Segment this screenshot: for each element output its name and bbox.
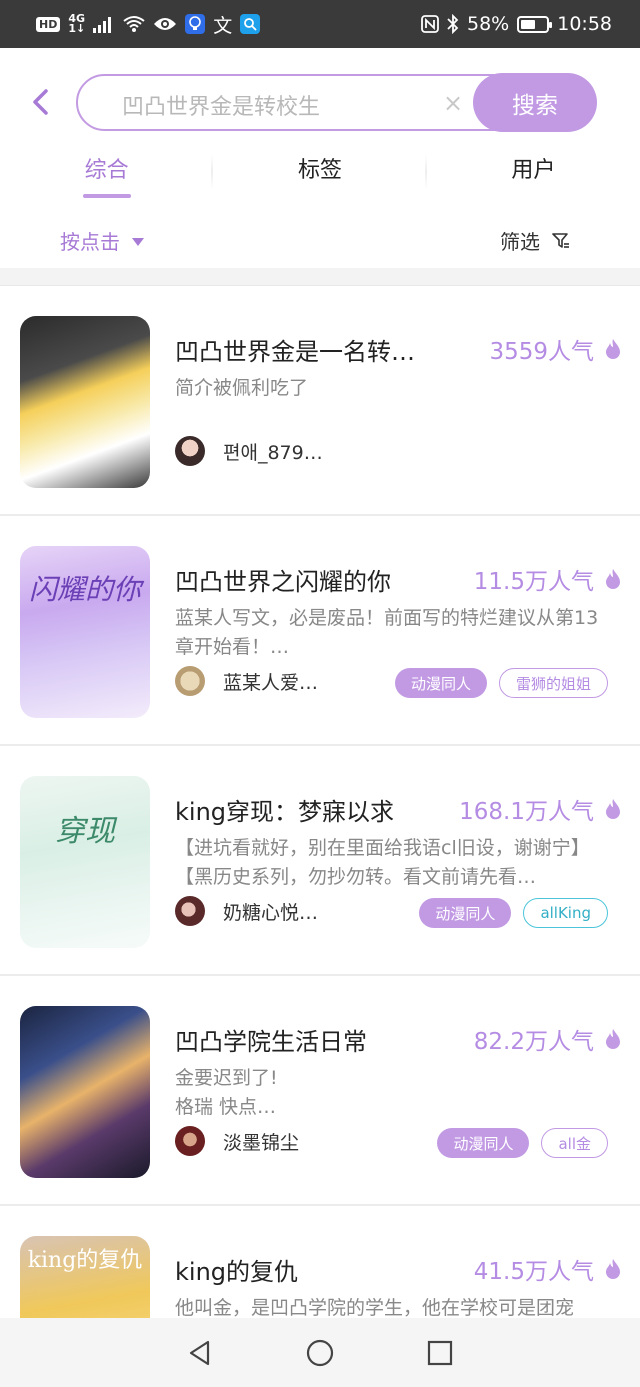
filter-button[interactable]: 筛选 (500, 226, 570, 255)
author[interactable]: 淡墨锦尘 (175, 1126, 299, 1156)
back-button[interactable] (26, 86, 54, 118)
network-direction-label: 1↓ (68, 22, 86, 35)
popularity-count: 11.5万人气 (473, 569, 594, 595)
author-name: 奶糖心悦… (223, 901, 319, 924)
search-placeholder: 凹凸世界金是转校生 (122, 95, 321, 120)
book-description: 简介被佩利吃了 (175, 377, 309, 399)
popularity: 11.5万人气 (474, 562, 622, 596)
popularity-count: 168.1万人气 (459, 799, 594, 825)
book-title: 凹凸学院生活日常 (175, 1028, 367, 1056)
popularity: 168.1万人气 (459, 792, 622, 826)
nfc-icon (421, 15, 439, 33)
tag-row: 动漫同人 all金 (437, 1128, 608, 1158)
tab-users[interactable]: 用户 (427, 140, 640, 202)
tab-all[interactable]: 综合 (0, 140, 214, 202)
tab-users-label: 用户 (511, 158, 556, 183)
author-name: 편애_879… (223, 441, 323, 464)
book-description: 【进坑看就好，别在里面给我语cl旧设，谢谢宁】【黑历史系列，勿抄勿转。看文前请先… (175, 837, 590, 888)
results-list: 凹凸世界金是一名转… 3559人气 简介被佩利吃了 편애_879… 闪耀的你 凹… (0, 286, 640, 1387)
result-card[interactable]: 闪耀的你 凹凸世界之闪耀的你 11.5万人气 蓝某人写文，必是废品！前面写的特烂… (0, 516, 640, 746)
battery-level (521, 19, 536, 29)
active-tab-indicator (82, 194, 131, 198)
text-app-icon: 文 (213, 14, 233, 37)
avatar (175, 896, 205, 926)
cover-title: king的复仇 (27, 1248, 143, 1273)
nav-recents-icon[interactable] (426, 1339, 454, 1367)
sort-dropdown[interactable]: 按点击 (60, 226, 144, 255)
flame-icon (606, 339, 620, 359)
book-description: 蓝某人写文，必是废品！前面写的特烂建议从第13章开始看！… (175, 607, 599, 658)
author-name: 蓝某人爱… (223, 671, 319, 694)
flame-icon (606, 569, 620, 589)
status-bar-left: HD 4G 1↓ 文 (36, 11, 261, 38)
filter-icon (552, 232, 569, 248)
clock: 10:58 (557, 13, 612, 35)
flame-icon (606, 1259, 620, 1279)
system-nav-bar (0, 1318, 640, 1387)
author[interactable]: 奶糖心悦… (175, 896, 318, 926)
wifi-icon (123, 16, 145, 32)
avatar (175, 1126, 205, 1156)
popularity-count: 41.5万人气 (473, 1259, 594, 1285)
battery-icon (517, 15, 553, 33)
clear-icon[interactable]: × (442, 88, 464, 118)
book-title: 凹凸世界金是一名转… (175, 338, 415, 366)
sort-filter-bar: 按点击 筛选 (0, 224, 640, 264)
result-card[interactable]: 凹凸学院生活日常 82.2万人气 金要迟到了! 格瑞 快点… 淡墨锦尘 动漫同人… (0, 976, 640, 1206)
avatar (175, 666, 205, 696)
tab-tags[interactable]: 标签 (213, 140, 427, 202)
nav-back-icon[interactable] (186, 1339, 214, 1367)
book-cover[interactable]: 穿现 (20, 776, 150, 948)
book-cover[interactable] (20, 316, 150, 488)
hd-icon: HD (36, 16, 61, 32)
book-cover[interactable]: 闪耀的你 (20, 546, 150, 718)
battery-percent: 58% (467, 13, 510, 35)
popularity: 3559人气 (489, 332, 622, 366)
network-type-icon: 4G 1↓ (68, 13, 86, 35)
result-card[interactable]: 凹凸世界金是一名转… 3559人气 简介被佩利吃了 편애_879… (0, 286, 640, 516)
tag-row: 动漫同人 雷狮的姐姐 (394, 668, 608, 698)
status-bar-right: 58% 10:58 (421, 13, 612, 35)
tag-chip[interactable]: 动漫同人 (394, 668, 487, 698)
cover-title: 闪耀的你 (28, 573, 141, 606)
search-button[interactable]: 搜索 (473, 73, 597, 132)
author[interactable]: 편애_879… (175, 436, 323, 466)
tag-chip[interactable]: all金 (541, 1128, 608, 1158)
sort-label: 按点击 (60, 230, 120, 254)
result-card[interactable]: 穿现 king穿现：梦寐以求 168.1万人气 【进坑看就好，别在里面给我语cl… (0, 746, 640, 976)
book-cover[interactable] (20, 1006, 150, 1178)
book-description: 金要迟到了! 格瑞 快点… (175, 1067, 278, 1118)
caret-down-icon (132, 237, 144, 246)
popularity-count: 3559人气 (489, 339, 594, 365)
author-name: 淡墨锦尘 (223, 1131, 300, 1154)
tab-bar: 综合 标签 用户 (0, 140, 640, 202)
tag-chip[interactable]: allKing (523, 898, 608, 928)
signal-icon (93, 17, 112, 33)
flame-icon (606, 799, 620, 819)
search-app-icon (240, 14, 261, 34)
tag-chip[interactable]: 雷狮的姐姐 (498, 668, 608, 698)
author[interactable]: 蓝某人爱… (175, 666, 318, 696)
popularity: 82.2万人气 (474, 1022, 622, 1056)
bulb-app-icon (185, 14, 206, 34)
tag-row: 动漫同人 allKing (419, 898, 608, 928)
tag-chip[interactable]: 动漫同人 (419, 898, 512, 928)
book-title: king的复仇 (175, 1258, 299, 1286)
tag-chip[interactable]: 动漫同人 (437, 1128, 530, 1158)
flame-icon (606, 1029, 620, 1049)
bluetooth-icon (447, 14, 459, 34)
section-divider (0, 268, 640, 286)
book-title: king穿现：梦寐以求 (175, 798, 395, 826)
avatar (175, 436, 205, 466)
cover-title: 穿现 (55, 814, 115, 849)
popularity-count: 82.2万人气 (473, 1029, 594, 1055)
tab-tags-label: 标签 (297, 158, 342, 183)
eye-icon (154, 18, 177, 30)
popularity: 41.5万人气 (474, 1252, 622, 1286)
filter-label: 筛选 (500, 230, 540, 254)
status-bar: HD 4G 1↓ 文 58% 10:58 (0, 0, 640, 48)
book-title: 凹凸世界之闪耀的你 (175, 568, 391, 596)
chevron-left-icon (33, 89, 48, 115)
nav-home-icon[interactable] (306, 1339, 334, 1367)
